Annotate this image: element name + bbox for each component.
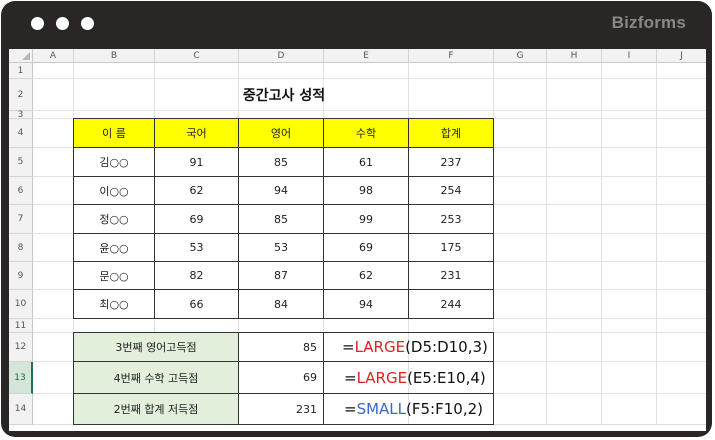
formula-function-name: LARGE — [354, 338, 406, 356]
column-header-d[interactable]: D — [239, 49, 324, 63]
column-header-j[interactable]: J — [657, 49, 706, 63]
score-cell[interactable]: 237 — [409, 148, 494, 177]
score-cell[interactable]: 87 — [239, 262, 324, 290]
student-name-cell[interactable]: 정○○ — [74, 205, 155, 234]
score-cell[interactable]: 82 — [155, 262, 239, 290]
row-header-3[interactable]: 3 — [9, 110, 33, 120]
row-header-6[interactable]: 6 — [9, 177, 33, 205]
score-cell[interactable]: 62 — [155, 177, 239, 205]
table-header-cell[interactable]: 수학 — [324, 119, 409, 148]
score-cell[interactable]: 94 — [239, 177, 324, 205]
score-cell[interactable]: 231 — [409, 262, 494, 290]
score-cell[interactable]: 84 — [239, 290, 324, 319]
window-dot-icon[interactable] — [56, 17, 69, 30]
column-header-c[interactable]: C — [155, 49, 239, 63]
formula-function-name: SMALL — [356, 400, 407, 418]
score-cell[interactable]: 254 — [409, 177, 494, 205]
score-cell[interactable]: 85 — [239, 205, 324, 234]
score-cell[interactable]: 62 — [324, 262, 409, 290]
formula-arguments: (E5:E10,4) — [407, 368, 486, 387]
score-cell[interactable]: 69 — [324, 234, 409, 262]
row-header-7[interactable]: 7 — [9, 205, 33, 234]
formula-equals: = — [344, 400, 357, 418]
row-header-12[interactable]: 12 — [9, 333, 33, 362]
spreadsheet-grid[interactable]: A B C D E F G H I J 1 2 3 4 5 6 7 8 9 10 11 12 13 14 중간고사 성적 이 름국… — [9, 49, 706, 431]
function-label-cell[interactable]: 4번째 수학 고득점 — [74, 362, 239, 394]
score-cell[interactable]: 66 — [155, 290, 239, 319]
column-header-b[interactable]: B — [74, 49, 155, 63]
formula-arguments: (F5:F10,2) — [406, 400, 483, 418]
row-header-8[interactable]: 8 — [9, 234, 33, 262]
function-label-cell[interactable]: 2번째 합계 저득점 — [74, 394, 239, 425]
score-cell[interactable]: 253 — [409, 205, 494, 234]
column-header-e[interactable]: E — [324, 49, 409, 63]
function-result-cell[interactable]: 231 — [239, 394, 324, 425]
column-header-a[interactable]: A — [33, 49, 74, 63]
score-cell[interactable]: 244 — [409, 290, 494, 319]
score-cell[interactable]: 94 — [324, 290, 409, 319]
formula-arguments: (D5:D10,3) — [405, 338, 488, 356]
function-result-cell[interactable]: 69 — [239, 362, 324, 394]
row-header-11[interactable]: 11 — [9, 319, 33, 333]
score-cell[interactable]: 98 — [324, 177, 409, 205]
formula-cell[interactable]: = LARGE (E5:E10,4) — [324, 362, 494, 394]
student-name-cell[interactable]: 김○○ — [74, 148, 155, 177]
table-header-cell[interactable]: 이 름 — [74, 119, 155, 148]
row-header-13[interactable]: 13 — [9, 362, 33, 394]
row-header-9[interactable]: 9 — [9, 262, 33, 290]
sheet-title[interactable]: 중간고사 성적 — [74, 79, 494, 111]
table-header-cell[interactable]: 국어 — [155, 119, 239, 148]
window-dot-icon[interactable] — [81, 17, 94, 30]
function-label-cell[interactable]: 3번째 영어고득점 — [74, 333, 239, 362]
app-window: Bizforms A B C D E F G H I J 1 2 3 4 5 6 7 8 9 10 11 12 13 14 중간… — [1, 1, 712, 437]
brand-logo: Bizforms — [611, 13, 686, 32]
formula-equals: = — [342, 338, 355, 356]
select-all-corner[interactable] — [9, 49, 33, 63]
column-header-h[interactable]: H — [547, 49, 602, 63]
window-dot-icon[interactable] — [31, 17, 44, 30]
row-header-2[interactable]: 2 — [9, 79, 33, 111]
formula-cell[interactable]: = SMALL (F5:F10,2) — [324, 394, 494, 425]
student-name-cell[interactable]: 이○○ — [74, 177, 155, 205]
table-header-cell[interactable]: 합계 — [409, 119, 494, 148]
score-cell[interactable]: 99 — [324, 205, 409, 234]
formula-equals: = — [344, 368, 357, 387]
row-header-14[interactable]: 14 — [9, 394, 33, 425]
student-name-cell[interactable]: 윤○○ — [74, 234, 155, 262]
score-cell[interactable]: 85 — [239, 148, 324, 177]
student-name-cell[interactable]: 최○○ — [74, 290, 155, 319]
row-header-5[interactable]: 5 — [9, 148, 33, 177]
row-header-10[interactable]: 10 — [9, 290, 33, 319]
row-header-1[interactable]: 1 — [9, 63, 33, 79]
formula-cell[interactable]: = LARGE (D5:D10,3) — [324, 333, 494, 362]
score-cell[interactable]: 53 — [239, 234, 324, 262]
column-header-i[interactable]: I — [602, 49, 657, 63]
function-result-cell[interactable]: 85 — [239, 333, 324, 362]
score-cell[interactable]: 175 — [409, 234, 494, 262]
row-header-4[interactable]: 4 — [9, 119, 33, 148]
column-header-f[interactable]: F — [409, 49, 494, 63]
column-header-g[interactable]: G — [494, 49, 547, 63]
score-cell[interactable]: 53 — [155, 234, 239, 262]
formula-function-name: LARGE — [356, 368, 408, 387]
table-header-cell[interactable]: 영어 — [239, 119, 324, 148]
score-cell[interactable]: 69 — [155, 205, 239, 234]
student-name-cell[interactable]: 문○○ — [74, 262, 155, 290]
score-cell[interactable]: 91 — [155, 148, 239, 177]
score-cell[interactable]: 61 — [324, 148, 409, 177]
